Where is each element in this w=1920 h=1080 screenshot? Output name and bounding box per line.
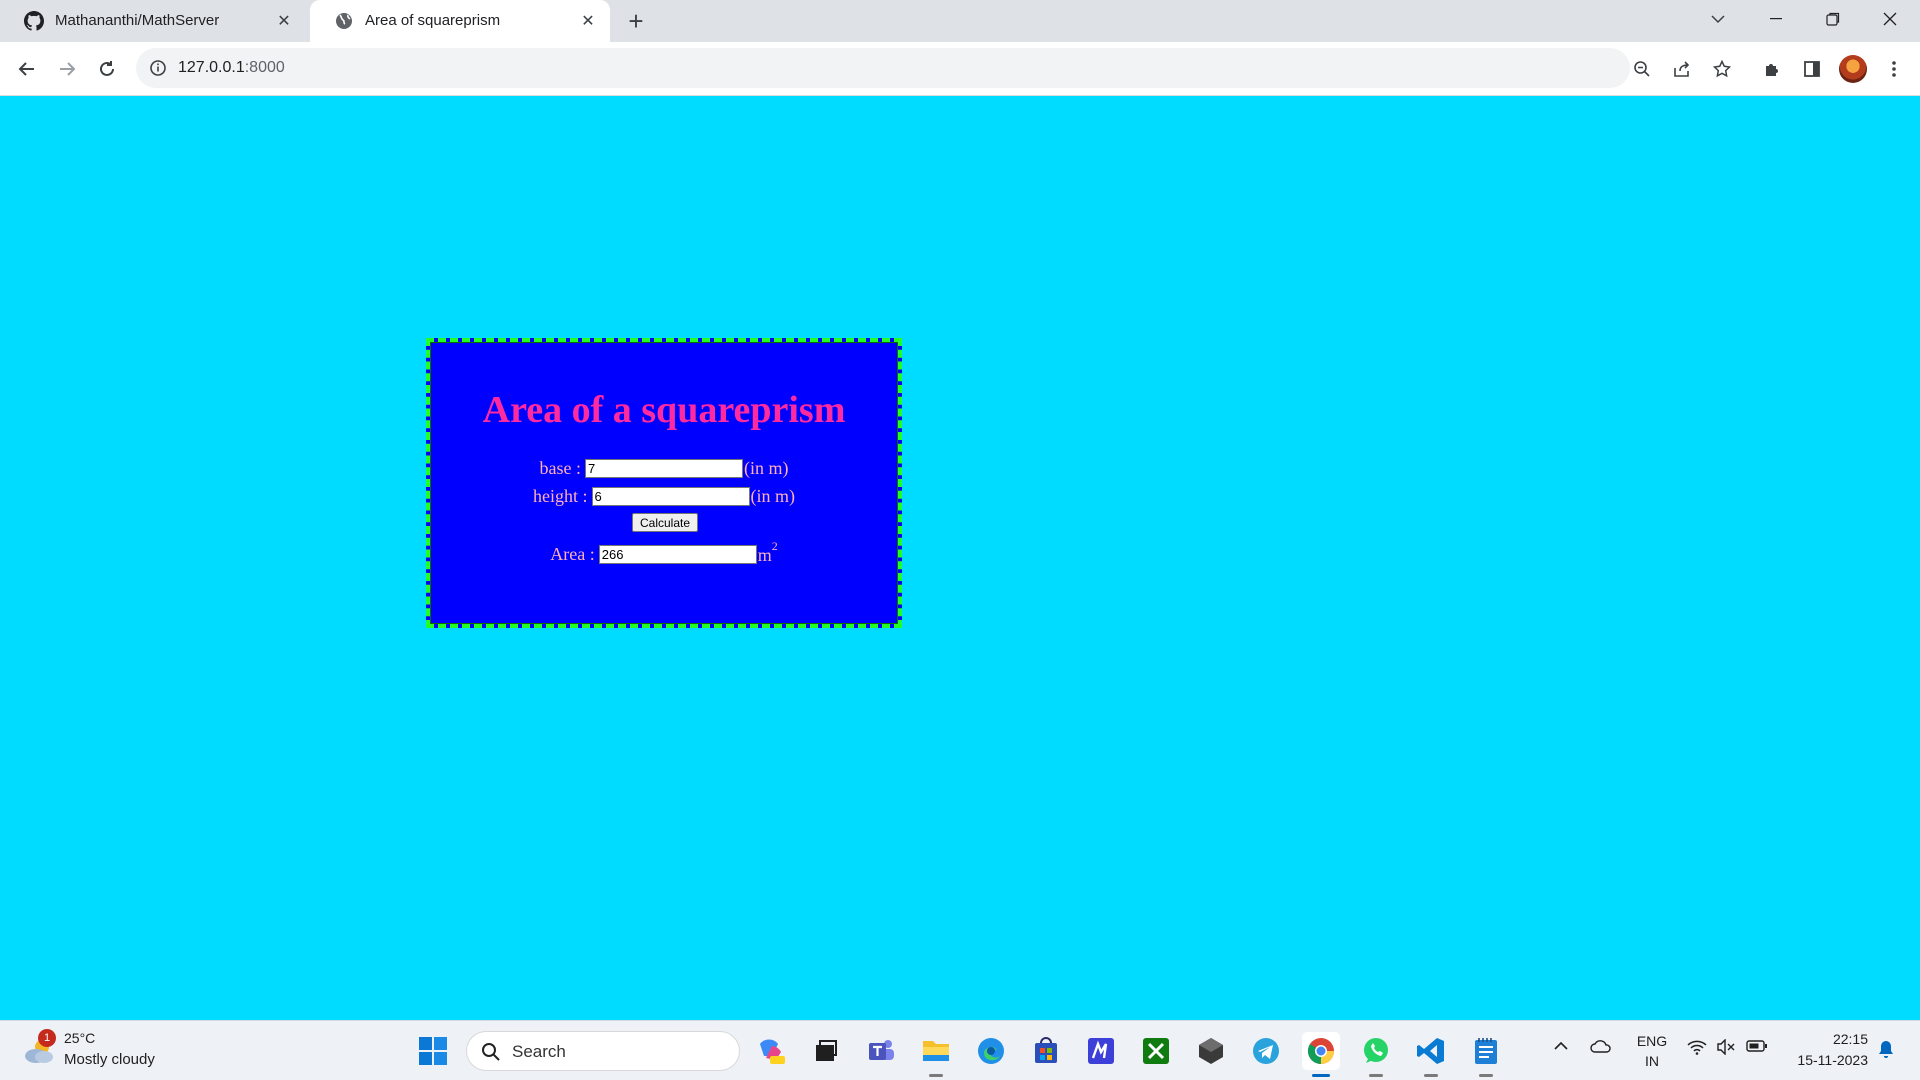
telegram-icon[interactable] bbox=[1247, 1032, 1285, 1070]
profile-avatar[interactable] bbox=[1839, 55, 1867, 83]
squareprism-form-card: Area of a squareprism base : (in m) heig… bbox=[426, 338, 902, 628]
show-hidden-icons-chevron-icon[interactable] bbox=[1553, 1039, 1569, 1055]
clock-time: 22:15 bbox=[1832, 1031, 1868, 1047]
url-port: :8000 bbox=[244, 59, 285, 76]
reload-icon[interactable] bbox=[93, 55, 121, 83]
area-unit-base: m bbox=[757, 545, 772, 565]
weather-condition: Mostly cloudy bbox=[64, 1051, 155, 1068]
active-indicator bbox=[1312, 1074, 1330, 1077]
speaker-muted-icon[interactable] bbox=[1716, 1038, 1736, 1058]
xbox-icon[interactable] bbox=[1137, 1032, 1175, 1070]
battery-icon[interactable] bbox=[1746, 1039, 1768, 1056]
height-input[interactable] bbox=[591, 487, 750, 506]
notepad-icon[interactable] bbox=[1467, 1032, 1505, 1077]
address-bar[interactable]: 127.0.0.1:8000 bbox=[136, 48, 1630, 88]
bookmark-star-icon[interactable] bbox=[1708, 55, 1736, 83]
taskbar: 1 25°C Mostly cloudy Search ENG IN 22:15… bbox=[0, 1020, 1920, 1080]
site-info-icon[interactable] bbox=[149, 59, 167, 77]
edge-icon[interactable] bbox=[972, 1032, 1010, 1070]
unity-app-icon[interactable] bbox=[1192, 1032, 1230, 1070]
taskbar-search[interactable]: Search bbox=[466, 1031, 740, 1071]
weather-alert-badge: 1 bbox=[38, 1029, 56, 1047]
running-indicator bbox=[929, 1074, 943, 1077]
share-icon[interactable] bbox=[1668, 55, 1696, 83]
area-row: Area : m2 bbox=[430, 539, 898, 566]
browser-toolbar: 127.0.0.1:8000 bbox=[0, 42, 1920, 96]
github-icon bbox=[24, 11, 44, 31]
close-tab-icon[interactable]: ✕ bbox=[274, 11, 294, 31]
file-explorer-icon[interactable] bbox=[917, 1032, 955, 1077]
base-row: base : (in m) bbox=[430, 458, 898, 479]
tab-search-icon[interactable] bbox=[1690, 0, 1746, 38]
url-text: 127.0.0.1:8000 bbox=[178, 59, 285, 77]
restore-icon[interactable] bbox=[1805, 0, 1861, 38]
base-input[interactable] bbox=[584, 459, 743, 478]
microsoft-store-icon[interactable] bbox=[1027, 1032, 1065, 1070]
tab-title: Area of squareprism bbox=[365, 12, 501, 29]
tab-mathserver[interactable]: Mathananthi/MathServer ✕ bbox=[0, 0, 306, 42]
page-heading: Area of a squareprism bbox=[482, 389, 846, 431]
onedrive-cloud-icon[interactable] bbox=[1590, 1039, 1612, 1056]
new-tab-icon[interactable]: + bbox=[622, 8, 650, 36]
whatsapp-icon[interactable] bbox=[1357, 1032, 1395, 1077]
back-icon[interactable] bbox=[13, 55, 41, 83]
area-output[interactable] bbox=[598, 545, 757, 564]
region-code: IN bbox=[1645, 1053, 1659, 1069]
area-label: Area : bbox=[550, 544, 595, 564]
running-indicator bbox=[1424, 1074, 1438, 1077]
url-host: 127.0.0.1 bbox=[178, 59, 245, 76]
height-unit: (in m) bbox=[750, 486, 796, 506]
clock-date: 15-11-2023 bbox=[1797, 1052, 1868, 1068]
zoom-icon[interactable] bbox=[1628, 55, 1656, 83]
menu-kebab-icon[interactable] bbox=[1880, 55, 1908, 83]
running-indicator bbox=[1369, 1074, 1383, 1077]
forward-icon[interactable] bbox=[53, 55, 81, 83]
weather-temperature: 25°C bbox=[64, 1030, 96, 1046]
minimize-icon[interactable] bbox=[1748, 0, 1804, 38]
area-unit-exponent: 2 bbox=[771, 539, 778, 553]
wifi-icon[interactable] bbox=[1687, 1039, 1707, 1058]
start-button[interactable] bbox=[414, 1032, 452, 1070]
task-view-icon[interactable] bbox=[807, 1032, 845, 1070]
close-window-icon[interactable] bbox=[1862, 0, 1918, 38]
height-row: height : (in m) bbox=[430, 486, 898, 507]
base-unit: (in m) bbox=[743, 458, 789, 478]
search-placeholder: Search bbox=[512, 1042, 566, 1061]
search-icon bbox=[482, 1043, 500, 1061]
calculate-button[interactable]: Calculate bbox=[632, 513, 698, 532]
tab-area-of-squareprism[interactable]: Area of squareprism ✕ bbox=[310, 0, 610, 42]
extensions-icon[interactable] bbox=[1758, 55, 1786, 83]
vscode-icon[interactable] bbox=[1412, 1032, 1450, 1077]
area-unit: m2 bbox=[757, 539, 778, 566]
base-label: base : bbox=[539, 458, 581, 478]
running-indicator bbox=[1479, 1074, 1493, 1077]
windows-logo-icon bbox=[419, 1037, 447, 1065]
language-indicator[interactable]: ENG IN bbox=[1632, 1031, 1672, 1071]
language-code: ENG bbox=[1636, 1033, 1668, 1049]
system-clock[interactable]: 22:15 15-11-2023 bbox=[1784, 1029, 1868, 1071]
copilot-preview-icon[interactable] bbox=[752, 1032, 790, 1070]
globe-icon bbox=[336, 13, 352, 29]
tab-strip: Mathananthi/MathServer ✕ Area of squarep… bbox=[0, 0, 1920, 42]
math-app-icon[interactable] bbox=[1082, 1032, 1120, 1070]
weather-widget[interactable]: 1 25°C Mostly cloudy bbox=[22, 1029, 182, 1073]
teams-icon[interactable] bbox=[862, 1032, 900, 1070]
chrome-icon[interactable] bbox=[1302, 1032, 1340, 1077]
tab-title: Mathananthi/MathServer bbox=[55, 12, 220, 29]
side-panel-icon[interactable] bbox=[1798, 55, 1826, 83]
close-tab-icon[interactable]: ✕ bbox=[578, 11, 598, 31]
height-label: height : bbox=[533, 486, 588, 506]
notification-bell-icon[interactable] bbox=[1877, 1039, 1895, 1062]
